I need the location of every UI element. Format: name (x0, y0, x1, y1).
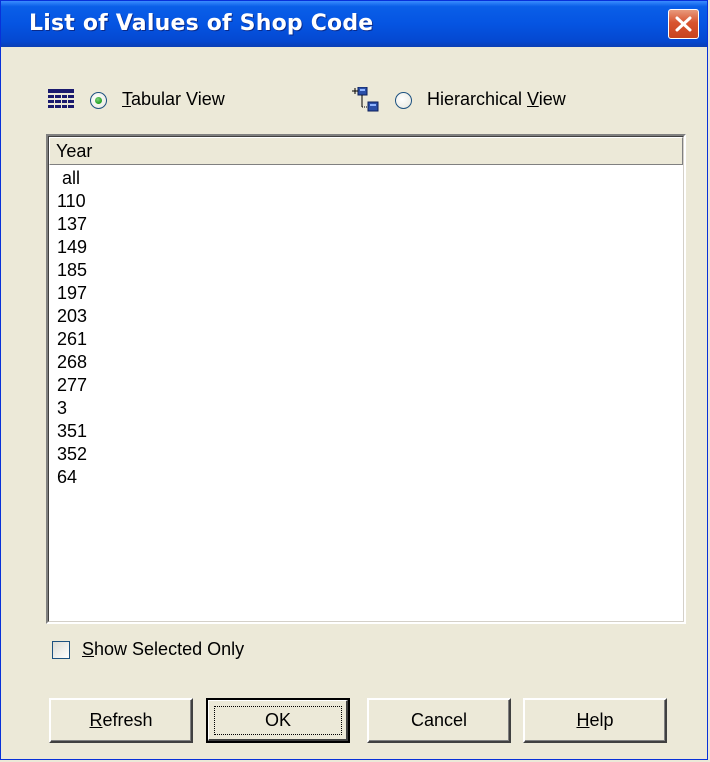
list-item[interactable]: 277 (57, 374, 87, 397)
close-icon (675, 16, 692, 32)
hierarchy-tree-icon (352, 87, 379, 112)
refresh-button[interactable]: Refresh (49, 698, 193, 743)
values-list-inner: Year all 110 137 149 185 197 203 261 268 277 3 351 3… (48, 136, 684, 622)
ok-button[interactable]: OK (206, 698, 350, 743)
hierarchical-view-radio[interactable] (395, 92, 412, 109)
show-selected-text: how Selected Only (94, 639, 245, 659)
show-selected-mnemonic: S (82, 639, 95, 659)
hierarchical-label-prefix: Hierarchical (427, 89, 528, 109)
tabular-label-text: abular View (131, 89, 225, 109)
column-header-year[interactable]: Year (49, 137, 683, 165)
close-button[interactable] (668, 9, 699, 39)
list-item[interactable]: 64 (57, 466, 87, 489)
list-item[interactable]: 3 (57, 397, 87, 420)
view-mode-row: Tabular View Hierarchical View (1, 87, 707, 117)
cancel-button[interactable]: Cancel (367, 698, 511, 743)
column-header-label: Year (56, 141, 93, 161)
list-item[interactable]: 197 (57, 282, 87, 305)
list-item[interactable]: 149 (57, 236, 87, 259)
help-mnemonic: H (576, 710, 590, 730)
cancel-button-label: Cancel (410, 710, 468, 730)
title-bar[interactable]: List of Values of Shop Code (1, 1, 707, 47)
show-selected-only-row[interactable]: Show Selected Only (52, 639, 352, 663)
hierarchical-label-text: iew (538, 89, 566, 109)
refresh-label-text: efresh (102, 710, 153, 730)
list-item[interactable]: 110 (57, 190, 87, 213)
refresh-mnemonic: R (89, 710, 103, 730)
list-item[interactable]: 203 (57, 305, 87, 328)
radio-selected-dot (95, 97, 102, 104)
list-item[interactable]: all (57, 167, 87, 190)
hierarchical-view-label[interactable]: Hierarchical View (427, 89, 566, 110)
refresh-button-label: Refresh (89, 710, 152, 730)
list-item[interactable]: 261 (57, 328, 87, 351)
values-list[interactable]: Year all 110 137 149 185 197 203 261 268 277 3 351 3… (46, 134, 686, 624)
help-button-label: Help (576, 710, 613, 730)
help-label-text: elp (589, 710, 614, 730)
tabular-view-radio[interactable] (90, 92, 107, 109)
tabular-mnemonic: T (122, 89, 131, 109)
grid-table-icon (48, 89, 74, 108)
ok-button-label: OK (264, 710, 291, 730)
list-item[interactable]: 352 (57, 443, 87, 466)
list-item[interactable]: 185 (57, 259, 87, 282)
help-button[interactable]: Help (523, 698, 667, 743)
dialog-window: List of Values of Shop Code Tabular View (0, 0, 708, 760)
hierarchical-mnemonic: V (527, 89, 539, 109)
tabular-view-label[interactable]: Tabular View (122, 89, 225, 110)
list-item[interactable]: 351 (57, 420, 87, 443)
list-item[interactable]: 268 (57, 351, 87, 374)
values-rows: all 110 137 149 185 197 203 261 268 277 3 351 352 64 (57, 167, 87, 489)
list-item[interactable]: 137 (57, 213, 87, 236)
window-title: List of Values of Shop Code (29, 11, 374, 36)
show-selected-only-checkbox[interactable] (52, 641, 70, 659)
show-selected-only-label[interactable]: Show Selected Only (82, 639, 244, 660)
